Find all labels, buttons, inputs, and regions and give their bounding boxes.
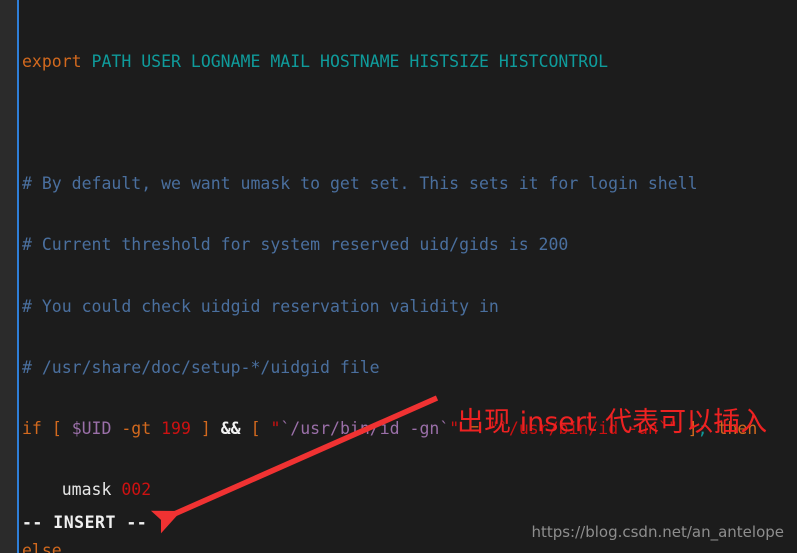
code-line: export PATH USER LOGNAME MAIL HOSTNAME H…	[22, 51, 609, 71]
vim-terminal-window: export PATH USER LOGNAME MAIL HOSTNAME H…	[0, 0, 797, 553]
annotation-text: 出现 insert 代表可以插入	[457, 407, 768, 438]
code-line: # By default, we want umask to get set. …	[22, 174, 698, 194]
code-line: # Current threshold for system reserved …	[22, 235, 569, 255]
code-line: # You could check uidgid reservation val…	[22, 296, 499, 316]
code-line: # /usr/share/doc/setup-*/uidgid file	[22, 357, 380, 377]
code-line: else	[22, 541, 62, 553]
vim-status-mode: -- INSERT --	[22, 513, 148, 532]
editor-left-gutter	[0, 0, 17, 553]
gutter-accent-rule	[17, 0, 19, 553]
code-editor-area[interactable]: export PATH USER LOGNAME MAIL HOSTNAME H…	[22, 11, 797, 553]
watermark-url: https://blog.csdn.net/an_antelope	[531, 523, 784, 541]
code-line: umask 002	[61, 480, 152, 500]
